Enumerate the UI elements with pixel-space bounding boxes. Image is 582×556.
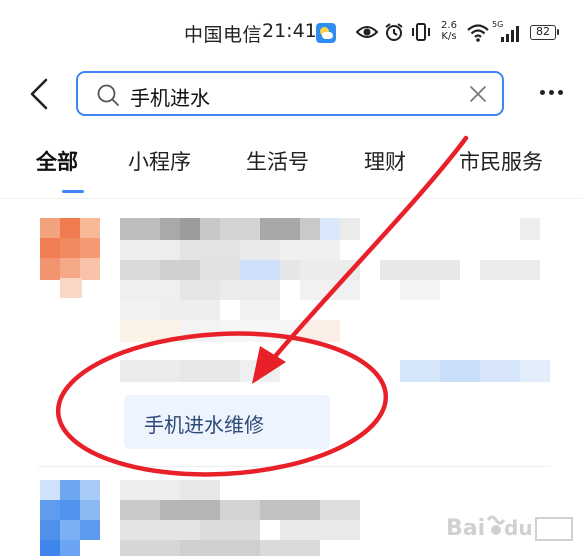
- svg-text:du: du: [504, 516, 533, 540]
- search-result-2[interactable]: [0, 0, 582, 556]
- svg-text:Bai: Bai: [446, 516, 485, 541]
- watermark-logo: Bai du: [446, 515, 573, 541]
